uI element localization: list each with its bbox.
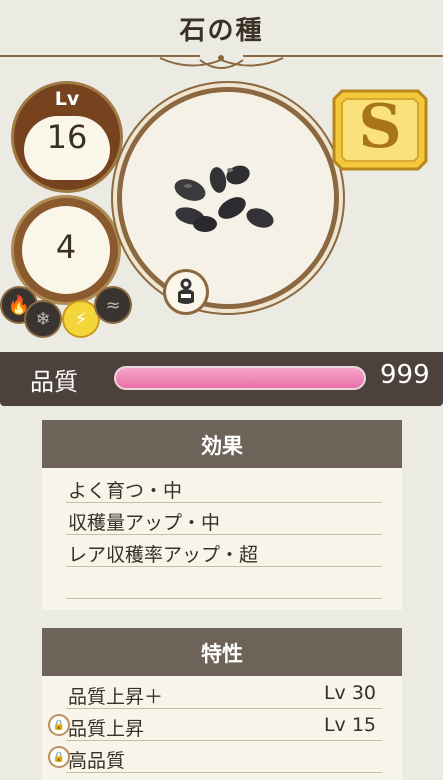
lightning-icon: ⚡ — [64, 302, 98, 336]
snowflake-icon: ❄ — [26, 302, 60, 336]
count-value: 4 — [55, 228, 77, 266]
trait-row[interactable]: 高品質 — [66, 742, 382, 773]
wind-icon: ≈ — [96, 288, 130, 322]
level-label: Lv — [54, 88, 80, 110]
quality-value: 999 — [380, 360, 430, 390]
level-value: 16 — [46, 118, 88, 156]
lock-icon: 🔒 — [50, 748, 68, 766]
effect-row: 収穫量アップ・中 — [66, 504, 382, 535]
rank-letter: S — [358, 92, 402, 162]
quality-label: 品質 — [30, 368, 78, 396]
trait-row[interactable]: 品質上昇 Lv 15 — [66, 710, 382, 741]
quality-fill — [116, 368, 364, 388]
effect-row: よく育つ・中 — [66, 472, 382, 503]
lock-icon: 🔒 — [50, 716, 68, 734]
trait-row[interactable]: 品質上昇＋ Lv 30 — [66, 678, 382, 709]
traits-title: 特性 — [201, 642, 243, 666]
effect-row — [66, 568, 382, 599]
seeds-image — [174, 165, 274, 232]
title-ornament — [0, 55, 443, 69]
effects-title: 効果 — [201, 434, 243, 458]
seed-bag-icon — [178, 278, 194, 304]
item-title: 石の種 — [179, 16, 264, 46]
effect-row: レア収穫率アップ・超 — [66, 536, 382, 567]
